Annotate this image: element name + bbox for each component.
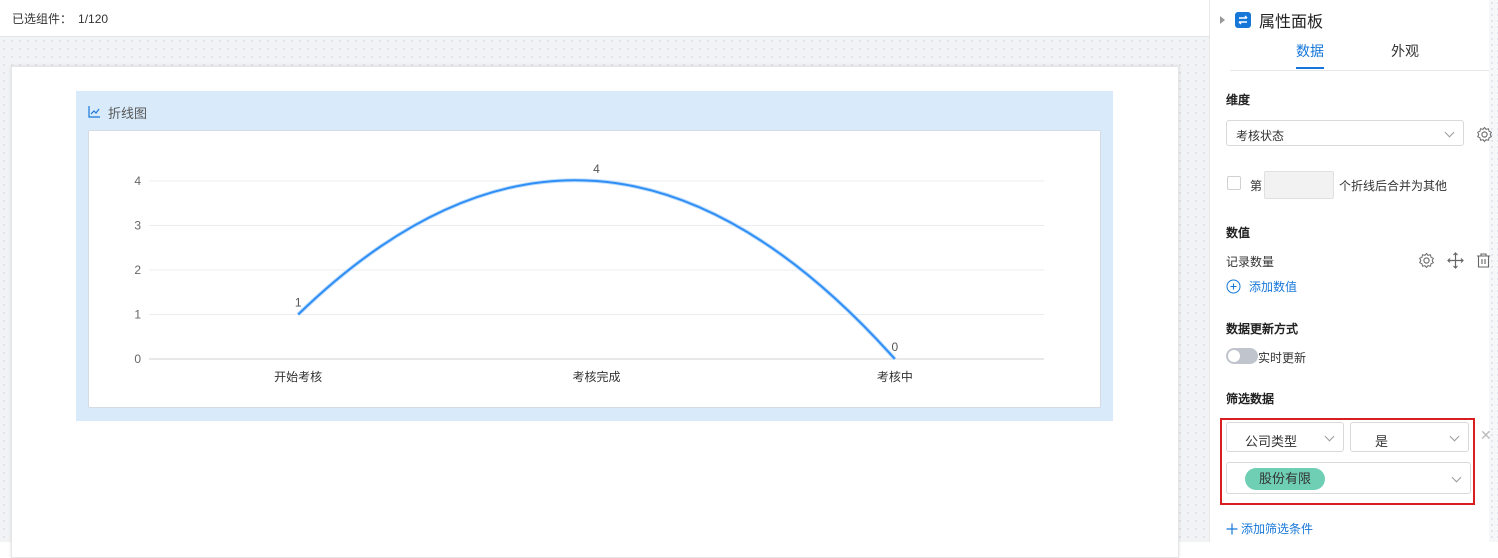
add-filter-link[interactable]: 添加筛选条件 (1226, 520, 1313, 537)
remove-filter-close-icon[interactable]: ✕ (1480, 427, 1492, 444)
dimension-settings-gear-icon[interactable] (1476, 126, 1493, 143)
toggle-knob (1228, 350, 1240, 362)
x-tick-label: 考核完成 (572, 369, 620, 384)
selected-components: 已选组件： 1/120 (12, 10, 108, 27)
line-chart: 0 1 2 3 4 开始考核 考核完成 考核中 1 4 0 (134, 162, 1044, 384)
selected-count: 1/120 (78, 12, 109, 26)
widget-header: 折线图 (88, 104, 148, 121)
dimension-select[interactable]: 考核状态 (1226, 120, 1464, 146)
x-tick-label: 考核中 (877, 369, 913, 384)
merge-checkbox[interactable] (1227, 176, 1241, 190)
add-measure-label: 添加数值 (1249, 280, 1298, 294)
line-chart-icon (88, 106, 100, 118)
panel-title-text: 属性面板 (1259, 14, 1324, 31)
widget-title: 折线图 (108, 105, 148, 121)
selection-bar: 已选组件： 1/120 (0, 0, 1209, 37)
chart-area: 0 1 2 3 4 开始考核 考核完成 考核中 1 4 0 (88, 130, 1101, 408)
update-mode-heading: 数据更新方式 (1226, 322, 1299, 336)
filter-field-value: 公司类型 (1245, 434, 1298, 449)
move-icon[interactable] (1447, 252, 1464, 269)
panel-tabs: 数据 外观 (1230, 32, 1489, 71)
y-tick-label: 4 (134, 174, 141, 188)
merge-count-input[interactable] (1264, 171, 1334, 199)
y-tick-label: 0 (134, 352, 141, 366)
filter-condition-highlight: 公司类型 是 股份有限 (1220, 418, 1475, 505)
data-label: 0 (891, 340, 898, 354)
chevron-down-icon (1451, 472, 1462, 483)
chevron-down-icon (1324, 431, 1335, 442)
filter-operator-select[interactable]: 是 (1350, 422, 1469, 452)
filter-value-select[interactable]: 股份有限 (1226, 462, 1471, 494)
filter-operator-value: 是 (1375, 434, 1389, 449)
dimension-heading: 维度 (1226, 93, 1251, 107)
property-panel: 属性面板 数据 外观 维度 考核状态 第 个折线后合并为其他 数值 记录数量 添… (1209, 0, 1498, 542)
data-label: 1 (295, 296, 302, 310)
tab-data[interactable]: 数据 (1296, 41, 1324, 61)
panel-title[interactable]: 属性面板 (1220, 8, 1323, 32)
plus-icon (1226, 523, 1238, 534)
x-tick-label: 开始考核 (274, 370, 322, 384)
plus-circle-icon (1226, 279, 1241, 294)
selected-label: 已选组件： (12, 12, 73, 26)
line-chart-widget[interactable]: 折线图 0 1 2 3 4 开始考核 考核完成 考核中 1 4 0 (76, 91, 1113, 421)
delete-trash-icon[interactable] (1475, 252, 1492, 269)
y-tick-label: 1 (134, 308, 141, 322)
report-page: 折线图 0 1 2 3 4 开始考核 考核完成 考核中 1 4 0 (11, 66, 1179, 558)
measure-field[interactable]: 记录数量 (1226, 253, 1274, 270)
chevron-down-icon (1444, 127, 1455, 138)
realtime-update-label: 实时更新 (1258, 351, 1307, 365)
merge-suffix: 个折线后合并为其他 (1339, 179, 1448, 193)
active-tab-indicator (1296, 67, 1324, 69)
realtime-update-toggle[interactable] (1226, 348, 1258, 364)
design-canvas: 折线图 0 1 2 3 4 开始考核 考核完成 考核中 1 4 0 (0, 37, 1209, 558)
measure-heading: 数值 (1226, 226, 1251, 240)
data-label: 4 (593, 162, 600, 176)
add-filter-label: 添加筛选条件 (1241, 522, 1314, 536)
tab-appearance[interactable]: 外观 (1391, 41, 1419, 61)
filter-value-tag[interactable]: 股份有限 (1245, 468, 1326, 490)
y-tick-label: 2 (134, 263, 141, 277)
chevron-down-icon (1449, 431, 1460, 442)
panel-scroll-strip (1489, 0, 1498, 542)
measure-settings-gear-icon[interactable] (1418, 252, 1435, 269)
dimension-value: 考核状态 (1236, 129, 1285, 143)
filter-field-select[interactable]: 公司类型 (1226, 422, 1344, 452)
collapse-caret-icon[interactable] (1220, 16, 1225, 24)
filter-heading: 筛选数据 (1226, 392, 1275, 406)
add-measure-link[interactable]: 添加数值 (1226, 278, 1297, 295)
merge-prefix: 第 (1250, 179, 1263, 193)
switch-icon (1235, 12, 1251, 28)
y-tick-label: 3 (134, 219, 141, 233)
